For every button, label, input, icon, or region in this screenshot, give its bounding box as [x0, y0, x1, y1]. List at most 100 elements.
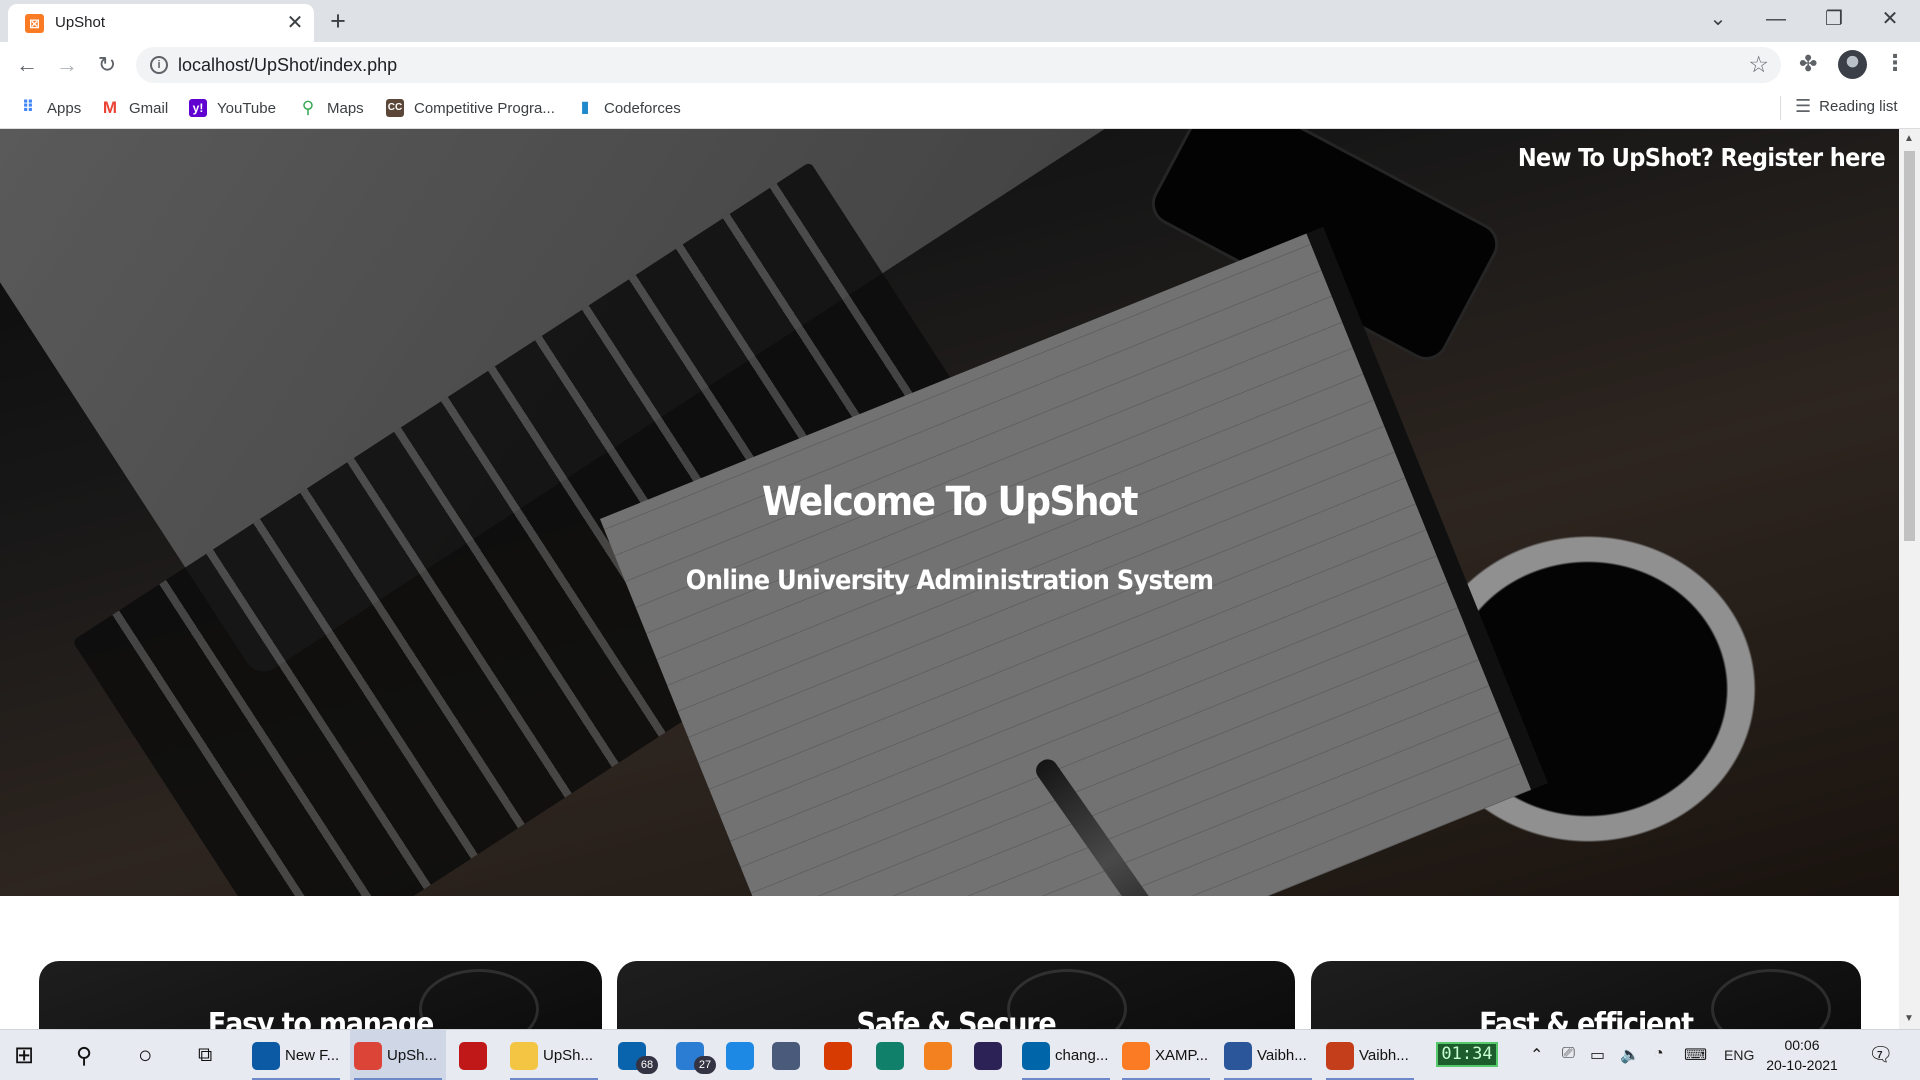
register-link[interactable]: New To UpShot? Register here: [1518, 143, 1886, 172]
tab-search-icon[interactable]: ⌄: [1690, 2, 1746, 36]
bookmark-label: Competitive Progra...: [414, 99, 555, 117]
taskbar-app-label: XAMP...: [1155, 1047, 1209, 1064]
taskbar-app-arrow-app[interactable]: [870, 1030, 914, 1080]
feature-card-title: Easy to manage: [207, 1007, 434, 1029]
extensions-icon[interactable]: ✤: [1799, 51, 1817, 77]
reading-list-button[interactable]: ☰ Reading list: [1795, 96, 1898, 117]
page-scrollbar[interactable]: ▲ ▼: [1899, 129, 1920, 1029]
taskbar-app-label: New F...: [285, 1047, 340, 1064]
bookmark-label: Codeforces: [604, 99, 681, 117]
meet-now-icon[interactable]: ⎚: [1562, 1045, 1575, 1063]
taskbar-app-vscode[interactable]: chang...: [1018, 1030, 1114, 1080]
bookmark-gmail[interactable]: M Gmail: [101, 96, 168, 120]
taskbar-app-xampp[interactable]: XAMP...: [1118, 1030, 1214, 1080]
taskbar-app-mcafee[interactable]: [452, 1030, 498, 1080]
tab-title: UpShot: [55, 14, 106, 31]
language-indicator[interactable]: ENG: [1724, 1047, 1754, 1063]
taskbar-app-calendar[interactable]: 27: [666, 1030, 718, 1080]
bookmark-label: Apps: [47, 99, 82, 117]
taskbar-app-folder[interactable]: UpSh...: [506, 1030, 602, 1080]
taskbar-app-label: UpSh...: [387, 1047, 438, 1064]
back-icon[interactable]: ←: [12, 50, 42, 80]
bookmark-codeforces[interactable]: ▮ Codeforces: [576, 96, 681, 120]
reload-icon[interactable]: ↻: [92, 50, 122, 80]
cortana-icon: ○: [138, 1041, 153, 1069]
task-view-button[interactable]: ⧉: [198, 1030, 212, 1080]
taskbar-app-label: chang...: [1055, 1047, 1109, 1064]
tab-close-icon[interactable]: ✕: [283, 11, 307, 35]
url-text[interactable]: localhost/UpShot/index.php: [178, 55, 397, 76]
office-icon: [823, 1041, 852, 1070]
l-app-icon: [725, 1041, 754, 1070]
eclipse-icon: [973, 1041, 1002, 1070]
taskbar-app-sublime[interactable]: [918, 1030, 962, 1080]
bookmark-label: YouTube: [217, 99, 276, 117]
cortana-button[interactable]: ○: [138, 1030, 153, 1080]
yahoo-icon: y!: [189, 99, 207, 117]
hero-banner: New To UpShot? Register here Welcome To …: [0, 129, 1899, 896]
folder-icon: [510, 1041, 538, 1070]
windows-logo-icon: ⊞: [14, 1042, 35, 1069]
xampp-icon: ⊠: [25, 14, 44, 33]
notification-count: 7: [1877, 1050, 1883, 1061]
feature-card-title: Safe & Secure: [856, 1007, 1057, 1029]
timer-widget[interactable]: 01:34: [1436, 1042, 1498, 1067]
bookmark-apps[interactable]: ⠿ Apps: [19, 96, 81, 120]
forward-icon[interactable]: →: [52, 50, 82, 80]
divider: [1780, 96, 1781, 120]
close-window-button[interactable]: ✕: [1862, 2, 1918, 36]
restore-button[interactable]: ❐: [1806, 2, 1862, 36]
edge-icon: [252, 1041, 280, 1070]
clock-date: 20-10-2021: [1766, 1057, 1838, 1073]
web-page: New To UpShot? Register here Welcome To …: [0, 129, 1899, 1029]
keyboard-icon[interactable]: ⌨: [1684, 1045, 1707, 1065]
browser-toolbar: ← → ↻ i localhost/UpShot/index.php ☆ ✤ ⋮: [0, 42, 1920, 88]
bookmark-competitive-programming[interactable]: CC Competitive Progra...: [386, 96, 555, 120]
taskbar-app-edge[interactable]: New F...: [248, 1030, 344, 1080]
avatar[interactable]: [1838, 50, 1867, 79]
battery-icon[interactable]: ▭: [1590, 1045, 1605, 1065]
taskbar-app-chrome[interactable]: UpSh...: [350, 1030, 446, 1080]
taskbar-app-cube[interactable]: [766, 1030, 810, 1080]
search-button[interactable]: ⚲: [76, 1030, 92, 1080]
taskbar-app-word[interactable]: Vaibh...: [1220, 1030, 1316, 1080]
clock-time: 00:06: [1784, 1037, 1820, 1053]
taskbar-app-powerpoint[interactable]: Vaibh...: [1322, 1030, 1418, 1080]
arrow-app-icon: [875, 1041, 904, 1070]
taskbar-app-office[interactable]: [818, 1030, 862, 1080]
xampp-icon: [1122, 1041, 1150, 1070]
bookmark-star-icon[interactable]: ☆: [1748, 51, 1769, 78]
taskbar-app-mail[interactable]: 68: [608, 1030, 660, 1080]
scroll-up-arrow-icon[interactable]: ▲: [1904, 133, 1914, 144]
powerpoint-icon: [1326, 1041, 1354, 1070]
info-icon[interactable]: i: [150, 56, 168, 74]
feature-card-fast[interactable]: Fast & efficient: [1311, 961, 1861, 1029]
bookmark-label: Gmail: [129, 99, 169, 117]
taskbar-app-l-app[interactable]: [722, 1030, 762, 1080]
address-bar[interactable]: i localhost/UpShot/index.php ☆: [136, 47, 1781, 83]
action-center-button[interactable]: 🗨 7: [1868, 1042, 1893, 1067]
minimize-button[interactable]: —: [1748, 2, 1804, 36]
app-badge: 27: [694, 1056, 716, 1074]
browser-tab[interactable]: ⊠ UpShot ✕: [8, 4, 314, 42]
scrollbar-thumb[interactable]: [1904, 151, 1915, 541]
bookmark-youtube[interactable]: y! YouTube: [189, 96, 276, 120]
scroll-down-arrow-icon[interactable]: ▼: [1904, 1013, 1914, 1024]
clock[interactable]: 00:06 20-10-2021: [1762, 1035, 1842, 1075]
cc-icon: CC: [386, 99, 404, 117]
new-tab-button[interactable]: +: [324, 7, 352, 35]
taskbar-app-eclipse[interactable]: [968, 1030, 1012, 1080]
feature-card-easy[interactable]: Easy to manage: [39, 961, 602, 1029]
show-hidden-icons-icon[interactable]: ⌃: [1530, 1045, 1543, 1065]
hero-subtitle: Online University Administration System: [685, 565, 1214, 596]
tab-strip: ⊠ UpShot ✕ + ⌄ — ❐ ✕: [0, 0, 1920, 42]
feature-card-secure[interactable]: Safe & Secure: [617, 961, 1295, 1029]
taskbar-app-label: Vaibh...: [1359, 1047, 1409, 1064]
search-icon: ⚲: [76, 1042, 93, 1068]
wifi-icon[interactable]: ◔: [1654, 1045, 1664, 1063]
bookmark-maps[interactable]: ⚲ Maps: [299, 96, 364, 120]
volume-icon[interactable]: 🔈: [1620, 1045, 1640, 1065]
menu-icon[interactable]: ⋮: [1884, 50, 1906, 76]
taskbar-app-label: Vaibh...: [1257, 1047, 1307, 1064]
start-button[interactable]: ⊞: [14, 1030, 34, 1080]
